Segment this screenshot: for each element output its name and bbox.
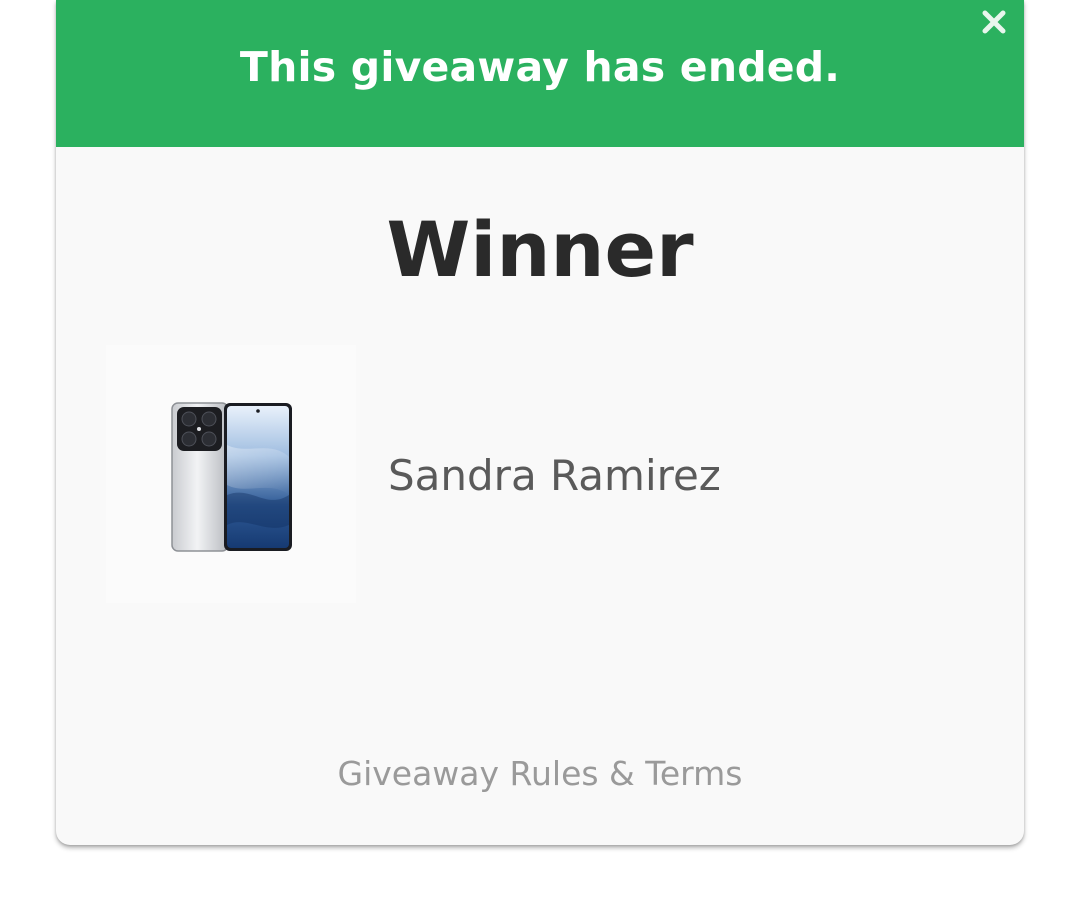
banner-message: This giveaway has ended. [239,43,841,91]
winner-heading: Winner [386,205,694,294]
close-icon [982,10,1006,34]
winner-name: Sandra Ramirez [388,451,721,500]
prize-image [106,345,356,603]
giveaway-card: This giveaway has ended. Winner Sandra R… [56,0,1024,845]
smartphone-product-icon [171,402,292,552]
close-button[interactable] [976,4,1012,40]
giveaway-ended-banner: This giveaway has ended. [56,0,1024,147]
giveaway-rules-link[interactable]: Giveaway Rules & Terms [56,752,1024,796]
